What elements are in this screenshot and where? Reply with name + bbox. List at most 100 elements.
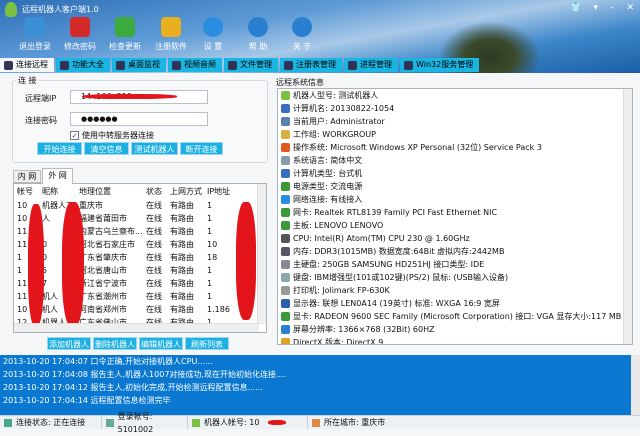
table-row[interactable]: 1 0 广东省肇庆市 在线 有路由 18 [14,251,259,264]
toolbar-button-label: 检查更新 [109,42,141,51]
table-cell: 有路由 [170,266,194,275]
sysinfo-item: 当前用户: Administrator [278,115,632,128]
column-header[interactable]: 地理位置 [79,185,146,198]
table-header: 帐号 昵称 地理位置 状态 上网方式 IP地址 [14,185,259,198]
relay-checkbox[interactable]: ✓ [70,131,79,140]
table-row[interactable]: 10 机器人7 重庆市 在线 有路由 1 [14,199,259,212]
menu-icon[interactable]: ▾ [593,3,598,13]
sysinfo-item-icon [281,117,290,126]
toolbar-button-6[interactable]: 关 于 [279,17,325,52]
sysinfo-item-icon [281,130,290,139]
toolbar-button-label: 设 置 [203,42,223,51]
add-robot-button[interactable]: 添加机器人 [47,337,91,350]
tab-3[interactable]: 视频音频 [168,58,222,72]
column-header[interactable]: 昵称 [42,185,79,198]
disconnect-button[interactable]: 断开连接 [180,142,223,155]
sysinfo-item: 屏幕分辨率: 1366×768 (32Bit) 60HZ [278,323,632,336]
log-scrollbar[interactable] [631,355,640,415]
column-header[interactable]: IP地址 [207,185,257,198]
table-vertical-scrollbar[interactable] [257,184,266,324]
login-account: 登录帐号: 5101002 [117,411,154,434]
table-row[interactable]: 11 机人 广东省潮州市 在线 有路由 1 [14,290,259,303]
sysinfo-item-text: 电源类型: 交流电源 [293,182,363,191]
table-row[interactable]: 11 0 河北省石家庄市 在线 有路由 10 [14,238,259,251]
redaction-mark [82,94,177,99]
table-cell: 在线 [146,266,162,275]
tab-7[interactable]: Win32服务管理 [400,58,480,72]
sysinfo-item-icon [281,299,290,308]
close-icon[interactable]: ✕ [626,3,634,13]
tab-icon [348,60,357,70]
toolbar-button-5[interactable]: 帮 助 [235,17,281,52]
table-row[interactable]: 10 人福建省莆田市 在线 有路由 1 [14,212,259,225]
test-robot-button[interactable]: 测试机器人 [131,142,178,155]
toolbar-button-2[interactable]: 检查更新 [102,17,148,52]
tab-icon [228,60,237,70]
tab-4[interactable]: 文件管理 [224,58,278,72]
toolbar-button-1[interactable]: 修改密码 [57,17,103,52]
table-cell: 内蒙古乌兰察布... [79,227,143,236]
sysinfo-item-text: DirectX 版本: DirectX 9 [293,338,384,345]
tab-6[interactable]: 进程管理 [344,58,398,72]
log-entry: 2013-10-20 17:04:07 口令正确,开始对接机器人CPU.....… [3,357,213,366]
sysinfo-item-icon [281,195,290,204]
tab-icon [404,60,413,70]
sysinfo-item-icon [281,156,290,165]
minimize-icon[interactable]: – [610,3,615,13]
software-icon [161,17,181,37]
relay-checkbox-label: 使用中转服务器连接 [82,131,154,140]
edit-robot-button[interactable]: 编辑机器人 [139,337,183,350]
toolbar-button-label: 注册软件 [155,42,187,51]
table-row[interactable]: 11 7 浙江省宁波市 在线 有路由 1 [14,277,259,290]
start-connect-button[interactable]: 开始连接 [37,142,82,155]
tab-5[interactable]: 注册表管理 [280,58,342,72]
table-cell: 有路由 [170,240,194,249]
sysinfo-item-icon [281,221,290,230]
toolbar-button-3[interactable]: 注册软件 [148,17,194,52]
column-header[interactable]: 上网方式 [170,185,207,198]
sysinfo-item: 显卡: RADEON 9600 SEC Family (Microsoft Co… [278,310,632,323]
table-row[interactable]: 1 5 河北省唐山市 在线 有路由 1 [14,264,259,277]
city: 所在城市: 重庆市 [324,418,386,427]
table-cell: 有路由 [170,214,194,223]
sysinfo-item: 主板: LENOVO LENOVO [278,219,632,232]
table-horizontal-scrollbar[interactable] [14,323,259,332]
sysinfo-item-text: 显卡: RADEON 9600 SEC Family (Microsoft Co… [293,312,622,321]
toolbar-button-label: 关 于 [292,42,312,51]
tab-1[interactable]: 功能大全 [56,58,110,72]
tab-label: 进程管理 [360,60,392,69]
sysinfo-scrollbar[interactable] [623,89,632,344]
refresh-list-button[interactable]: 刷新列表 [185,337,229,350]
tab-0[interactable]: 连接远程 [0,58,54,72]
toolbar-button-4[interactable]: 设 置 [190,17,236,52]
table-cell: 有路由 [170,292,194,301]
help-icon [248,17,268,37]
log-panel: 2013-10-20 17:04:07 口令正确,开始对接机器人CPU.....… [0,355,640,415]
table-row[interactable]: 10 机人 河南省郑州市 在线 有路由 1.186 [14,303,259,316]
tab-intranet[interactable]: 内 网 [13,170,41,183]
column-header[interactable]: 帐号 [14,185,42,198]
tab-2[interactable]: 桌面监视 [112,58,166,72]
sysinfo-item-icon [281,286,290,295]
sysinfo-list: 机器人型号: 测试机器人 计算机名: 20130822-1054 当前用户: Adm… [277,88,633,345]
sysinfo-item-text: 主板: LENOVO LENOVO [293,221,384,230]
lock-icon [70,17,90,37]
tab-label: 视频音频 [184,60,216,69]
sysinfo-item-text: 屏幕分辨率: 1366×768 (32Bit) 60HZ [293,325,435,334]
table-cell: 有路由 [170,305,194,314]
toolbar-button-0[interactable]: 退出登录 [12,17,58,52]
tab-label: Win32服务管理 [416,60,474,69]
column-header[interactable]: 状态 [146,185,170,198]
sysinfo-item-text: 打印机: Jolimark FP-630K [293,286,390,295]
skin-icon[interactable]: 👕 [570,3,581,13]
password-input[interactable]: ●●●●●● [70,112,208,126]
sysinfo-item-text: 计算机名: 20130822-1054 [293,104,395,113]
table-cell: 河北省唐山市 [79,266,127,275]
tab-internet[interactable]: 外 网 [42,168,73,184]
header-banner: 远程机器人客户端1.0 👕 ▾ – ✕ 退出登录 修改密码 检查更新 注册软件 设 置 帮… [0,0,640,73]
table-row[interactable]: 11 内蒙古乌兰察布... 在线 有路由 1 [14,225,259,238]
delete-robot-button[interactable]: 删除机器人 [93,337,137,350]
clear-info-button[interactable]: 清空信息 [84,142,129,155]
sysinfo-item-icon [281,325,290,334]
table-cell: 在线 [146,305,162,314]
